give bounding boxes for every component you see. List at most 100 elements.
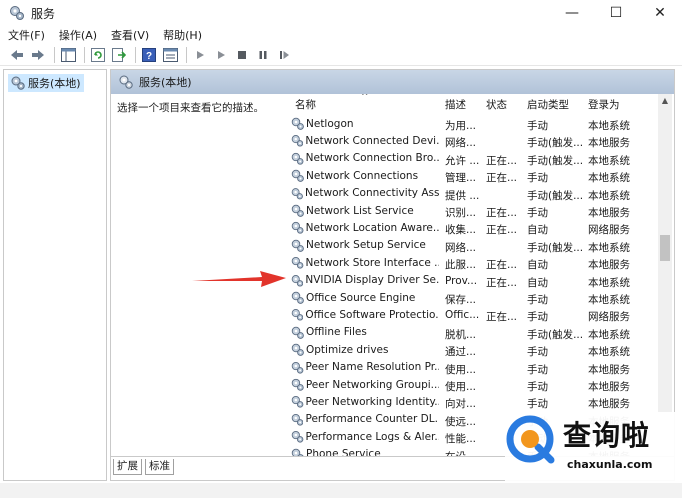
table-row[interactable]: Office Source Engine 保存... 手动 本地系统 (287, 290, 657, 307)
export-icon (112, 47, 126, 62)
stop-icon (238, 50, 246, 59)
menu-view[interactable]: 查看(V) (111, 27, 149, 43)
column-header-status[interactable]: 状态 (486, 97, 507, 112)
properties-button[interactable] (161, 46, 179, 64)
service-description-cell: 通过... (445, 346, 477, 359)
table-row[interactable]: Network Store Interface ... 此服... 正在... 自动 本… (287, 255, 657, 272)
service-description-cell: 脱机... (445, 328, 477, 341)
service-name: Network List Service (306, 204, 414, 217)
export-list-button[interactable] (110, 46, 128, 64)
service-logon-cell: 本地系统 (588, 189, 630, 202)
forward-button[interactable] (29, 46, 47, 64)
pane-title: 服务(本地) (139, 76, 192, 89)
play-icon (218, 50, 225, 59)
pane-header: 服务(本地) (111, 70, 674, 94)
status-strip (0, 483, 682, 498)
watermark-subtitle: chaxunla.com (567, 458, 653, 471)
service-gear-icon (291, 309, 304, 321)
stop-service-button[interactable] (233, 46, 251, 64)
service-gear-icon (291, 361, 304, 374)
scrollbar-thumb[interactable] (660, 235, 670, 261)
service-name: Optimize drives (306, 343, 389, 356)
service-description-cell: 网络... (445, 137, 477, 150)
service-startup-type-cell: 自动 (527, 276, 548, 289)
service-description-cell: 使远... (445, 415, 477, 428)
start-service-button[interactable] (191, 46, 209, 64)
service-description-cell: 向对... (445, 398, 477, 411)
toolbar-divider (186, 46, 187, 63)
scroll-up-icon[interactable]: ▲ (658, 94, 672, 108)
tree-item-services-local[interactable]: 服务(本地) (8, 74, 84, 92)
service-gear-icon (291, 117, 304, 130)
table-row[interactable]: Peer Name Resolution Pr... 使用... 手动 本地服务 (287, 360, 657, 377)
service-startup-type-cell: 手动(触发... (527, 241, 584, 254)
service-gear-icon (291, 413, 304, 426)
service-name-cell: Peer Networking Groupi... (291, 378, 439, 391)
service-name-cell: Peer Name Resolution Pr... (291, 361, 439, 374)
table-row[interactable]: Network Location Aware... 收集... 正在... 自动 网络服… (287, 220, 657, 237)
table-row[interactable]: Offline Files 脱机... 手动(触发... 本地系统 (287, 325, 657, 342)
service-logon-cell: 本地系统 (588, 328, 630, 341)
table-row[interactable]: Optimize drives 通过... 手动 本地系统 (287, 342, 657, 359)
pause-service-button[interactable] (254, 46, 272, 64)
column-header-name[interactable]: 名称 (295, 97, 316, 112)
table-row[interactable]: Peer Networking Groupi... 使用... 手动 本地服务 (287, 377, 657, 394)
close-button[interactable]: ✕ (638, 0, 682, 26)
service-name-cell: Office Software Protectio... (291, 308, 439, 321)
menu-help[interactable]: 帮助(H) (163, 27, 202, 43)
minimize-button[interactable]: — (550, 0, 594, 26)
refresh-button[interactable] (89, 46, 107, 64)
service-gear-icon (291, 378, 304, 391)
service-description-cell: 收集... (445, 224, 477, 237)
service-startup-type-cell: 手动 (527, 381, 548, 393)
table-row[interactable]: Network Connected Devi... 网络... 手动(触发... 本地… (287, 133, 657, 150)
show-hide-console-tree-button[interactable] (59, 46, 77, 64)
service-logon-cell: 本地系统 (588, 172, 630, 185)
service-logon-cell: 本地服务 (588, 398, 630, 411)
table-row[interactable]: Office Software Protectio... Offic... 正在..… (287, 307, 657, 324)
service-name-cell: Network Connection Bro... (291, 152, 439, 165)
table-row[interactable]: Network Setup Service 网络... 手动(触发... 本地系统 (287, 238, 657, 255)
toolbar: ? (0, 44, 682, 66)
menu-file[interactable]: 文件(F) (8, 27, 45, 43)
start-service-alt-button[interactable] (212, 46, 230, 64)
table-row[interactable]: NVIDIA Display Driver Se... Prov... 正在... 自… (287, 273, 657, 290)
table-row[interactable]: Netlogon 为用... 手动 本地系统 (287, 116, 657, 133)
restart-service-button[interactable] (275, 46, 293, 64)
tree-item-label: 服务(本地) (28, 77, 81, 90)
vertical-scrollbar[interactable]: ▲ (658, 94, 672, 456)
column-header-description[interactable]: 描述 (445, 97, 466, 112)
service-logon-cell: 网络服务 (588, 224, 630, 237)
service-description-cell: 使用... (445, 363, 477, 376)
column-header-log-on-as[interactable]: 登录为 (588, 97, 620, 112)
table-row[interactable]: Network Connection Bro... 允许 ... 正在... 手动(触… (287, 151, 657, 168)
tab-extended[interactable]: 扩展 (113, 459, 142, 475)
table-row[interactable]: Peer Networking Identity... 向对... 手动 本地服务 (287, 394, 657, 411)
table-row[interactable]: Network Connections 管理... 正在... 手动 本地系统 (287, 168, 657, 185)
column-header-startup-type[interactable]: 启动类型 (527, 97, 569, 112)
service-logon-cell: 本地服务 (588, 259, 630, 272)
service-description-cell: 为用... (445, 120, 477, 132)
tab-standard[interactable]: 标准 (145, 459, 174, 475)
service-name: Network Location Aware... (305, 221, 439, 234)
service-name-cell: Office Source Engine (291, 291, 439, 304)
service-description-cell: Offic... (445, 309, 480, 322)
table-row[interactable]: Network List Service 识别... 正在... 手动 本地服务 (287, 203, 657, 220)
menu-action[interactable]: 操作(A) (59, 27, 97, 43)
back-button[interactable] (8, 46, 26, 64)
service-description: 选择一个项目来查看它的描述。 (117, 102, 264, 114)
maximize-button[interactable]: ☐ (594, 0, 638, 26)
help-icon: ? (142, 47, 156, 62)
help-button[interactable]: ? (140, 46, 158, 64)
services-gear-icon (119, 75, 133, 89)
service-description-cell: 识别... (445, 207, 477, 219)
column-headers: ^ 名称 描述 状态 启动类型 登录为 (287, 94, 674, 114)
service-name-cell: NVIDIA Display Driver Se... (291, 274, 439, 287)
service-logon-cell: 本地系统 (588, 241, 630, 254)
service-gear-icon (291, 187, 303, 199)
table-row[interactable]: Network Connectivity Ass... 提供 ... 手动(触发..… (287, 186, 657, 203)
service-gear-icon (291, 326, 304, 339)
service-gear-icon (291, 291, 304, 304)
services-gear-icon (11, 76, 25, 90)
service-startup-type-cell: 手动 (527, 346, 548, 359)
